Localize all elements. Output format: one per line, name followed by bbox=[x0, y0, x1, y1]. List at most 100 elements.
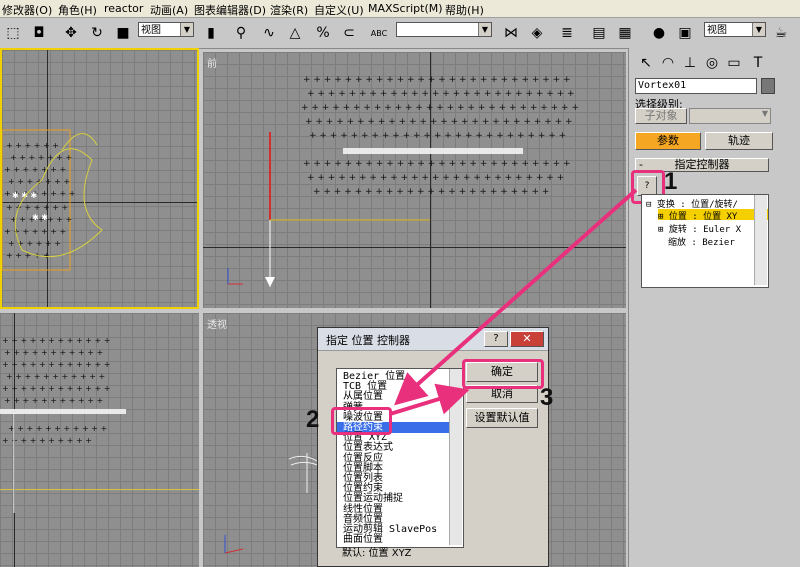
create-tab-icon[interactable]: ↖ bbox=[635, 52, 657, 74]
material-editor-icon[interactable]: ● bbox=[648, 22, 670, 44]
tab-parameters[interactable]: 参数 bbox=[635, 132, 701, 150]
svg-text:+ + + + + + + + + +: + + + + + + + + + + bbox=[2, 436, 92, 445]
tree-item-rotation[interactable]: ⊞ 旋转 : Euler X bbox=[658, 222, 741, 235]
display-tab-icon[interactable]: ▭ bbox=[723, 52, 745, 74]
spinner-snap-icon[interactable]: ⊂ bbox=[338, 22, 360, 44]
quick-render-icon[interactable]: ☕ bbox=[770, 22, 792, 44]
callout-3: 3 bbox=[540, 384, 554, 411]
object-color-swatch[interactable] bbox=[761, 78, 775, 94]
menu-modifiers[interactable]: 修改器(O) bbox=[2, 2, 52, 18]
menu-reactor[interactable]: reactor bbox=[104, 2, 143, 15]
schematic-view-icon[interactable]: ▦ bbox=[614, 22, 636, 44]
chevron-down-icon: ▼ bbox=[761, 109, 768, 118]
rotate-icon[interactable]: ↻ bbox=[86, 22, 108, 44]
highlight-box-3 bbox=[462, 359, 544, 389]
tree-label-scale: 缩放 : Bezier bbox=[668, 238, 735, 248]
percent-snap-icon[interactable]: % bbox=[312, 22, 334, 44]
modify-tab-icon[interactable]: ◠ bbox=[657, 52, 679, 74]
svg-text:+ + + + + + + + + + + +: + + + + + + + + + + + + bbox=[2, 384, 110, 393]
hierarchy-tab-icon[interactable]: ⊥ bbox=[679, 52, 701, 74]
sub-object-combo[interactable]: ▼ bbox=[689, 108, 771, 124]
reference-coord-combo[interactable]: 视图 ▼ bbox=[138, 22, 194, 37]
select-link-icon[interactable]: ⚲ bbox=[230, 22, 252, 44]
menu-character[interactable]: 角色(H) bbox=[58, 2, 97, 18]
tree-item-position[interactable]: ⊞ 位置 : 位置 XY bbox=[658, 209, 768, 222]
default-label: 默认: 位置 XYZ bbox=[342, 548, 412, 559]
angle-snap-icon[interactable]: △ bbox=[284, 22, 306, 44]
chevron-down-icon: ▼ bbox=[752, 23, 765, 36]
particle-cloud-top: + + + + + + + + + + + + + + + + + + + + + … bbox=[2, 129, 103, 271]
pivot-icon[interactable]: ▮ bbox=[200, 22, 222, 44]
svg-text:+ + + + + + + + + + + + + + +: + + + + + + + + + + + + + + + + + + + + … bbox=[307, 173, 564, 183]
help-button[interactable]: ? bbox=[484, 331, 508, 347]
spell-check-icon[interactable]: ABC bbox=[368, 22, 390, 44]
svg-text:+ + + + + + +: + + + + + + + bbox=[10, 153, 72, 162]
dialog-title: 指定 位置 控制器 bbox=[326, 334, 410, 347]
particle-cloud-left: + + + + + + + + + + + + + + + + + + + + +… bbox=[0, 336, 126, 513]
viewport-left[interactable]: + + + + + + + + + + + + + + + + + + + + +… bbox=[0, 313, 199, 567]
svg-text:✱ ✱: ✱ ✱ bbox=[32, 213, 48, 222]
close-button[interactable]: ✕ bbox=[510, 331, 544, 347]
utilities-tab-icon[interactable]: T bbox=[747, 52, 769, 74]
viewport-top[interactable]: + + + + + + + + + + + + + + + + + + + + + … bbox=[0, 48, 199, 309]
move-icon[interactable]: ✥ bbox=[60, 22, 82, 44]
menu-maxscript[interactable]: MAXScript(M) bbox=[368, 2, 443, 15]
svg-text:+ + + + + + + + + + + + + + +: + + + + + + + + + + + + + + + + + + + + … bbox=[313, 187, 549, 197]
mirror-icon[interactable]: ⋈ bbox=[500, 22, 522, 44]
svg-text:+ + + + + + + + + + + + + + +: + + + + + + + + + + + + + + + + + + + + … bbox=[309, 131, 566, 141]
svg-text:✱ ✱ ✱: ✱ ✱ ✱ bbox=[12, 191, 37, 200]
svg-text:+ + + + + + + + + + +: + + + + + + + + + + + bbox=[8, 424, 107, 433]
svg-text:+ + + + + + + + + + + + + + +: + + + + + + + + + + + + + + + + + + + + … bbox=[303, 75, 571, 85]
menu-customize[interactable]: 自定义(U) bbox=[314, 2, 364, 18]
render-setup-icon[interactable]: ▣ bbox=[674, 22, 696, 44]
select-region-icon[interactable]: ⬚ bbox=[2, 22, 24, 44]
svg-text:+ + + + + + + + + + + + + + +: + + + + + + + + + + + + + + + + + + + + … bbox=[305, 117, 573, 127]
svg-text:+ + + + + + + + + + +: + + + + + + + + + + + bbox=[4, 396, 103, 405]
curve-editor-icon[interactable]: ▤ bbox=[588, 22, 610, 44]
svg-text:+ + + + + + + + + + + + + + +: + + + + + + + + + + + + + + + + + + + + … bbox=[307, 89, 575, 99]
scale-icon[interactable]: ■ bbox=[112, 22, 134, 44]
rollout-title: 指定控制器 bbox=[674, 158, 730, 171]
tree-label-rotation: 旋转 : Euler X bbox=[668, 225, 742, 235]
align-icon[interactable]: ◈ bbox=[526, 22, 548, 44]
svg-text:+ + + + + + + + + + + + + + +: + + + + + + + + + + + + + + + + + + + + … bbox=[303, 159, 571, 169]
tree-scrollbar[interactable] bbox=[754, 195, 767, 285]
viewport-front[interactable]: 前 + + + + + + + + + + + + + + + + + + + … bbox=[203, 52, 626, 308]
controller-tree[interactable]: ⊟ 变换 : 位置/旋转/ ⊞ 位置 : 位置 XY ⊞ 旋转 : Euler … bbox=[641, 194, 769, 288]
select-window-icon[interactable]: ◘ bbox=[28, 22, 50, 44]
snap-3d-icon[interactable]: ∿ bbox=[258, 22, 280, 44]
menu-graph-editors[interactable]: 图表编辑器(D) bbox=[194, 2, 266, 18]
object-name-field[interactable]: Vortex01 bbox=[635, 78, 757, 94]
tree-item-scale[interactable]: 缩放 : Bezier bbox=[668, 235, 735, 248]
svg-text:+ + + + + +: + + + + + + bbox=[6, 141, 59, 150]
abc-label: ABC bbox=[370, 28, 388, 38]
tab-trajectories[interactable]: 轨迹 bbox=[705, 132, 773, 150]
named-selection-combo[interactable]: ▼ bbox=[396, 22, 492, 37]
particle-cloud-front: + + + + + + + + + + + + + + + + + + + + … bbox=[227, 75, 579, 287]
svg-text:+ + + + + + + + + + + + + + +: + + + + + + + + + + + + + + + + + + + + … bbox=[301, 103, 579, 113]
chevron-down-icon: ▼ bbox=[478, 23, 491, 36]
controller-list[interactable]: Bezier 位置 TCB 位置 从属位置 弹簧 噪波位置 路径约束 位置 XYZ 位置表达式… bbox=[336, 368, 464, 548]
svg-text:+ + + + + + + + + + + +: + + + + + + + + + + + + bbox=[2, 336, 110, 345]
list-scrollbar[interactable] bbox=[449, 369, 462, 545]
svg-text:+ + + + + + +: + + + + + + + bbox=[6, 203, 68, 212]
callout-2: 2 bbox=[306, 406, 320, 433]
menu-help[interactable]: 帮助(H) bbox=[445, 2, 484, 18]
chevron-down-icon: ▼ bbox=[180, 23, 193, 36]
menu-rendering[interactable]: 渲染(R) bbox=[270, 2, 308, 18]
svg-text:+ + + + + + +: + + + + + + + bbox=[4, 165, 66, 174]
sub-object-button[interactable]: 子对象 bbox=[635, 108, 687, 124]
dialog-title-bar: 指定 位置 控制器 ? ✕ bbox=[318, 328, 548, 351]
svg-text:+ + + + + + +: + + + + + + + bbox=[8, 177, 70, 186]
set-default-button[interactable]: 设置默认值 bbox=[466, 408, 538, 428]
svg-text:+ + + + + +: + + + + + + bbox=[8, 239, 61, 248]
render-view-value: 视图 bbox=[707, 25, 727, 36]
menu-animation[interactable]: 动画(A) bbox=[150, 2, 188, 18]
motion-tab-icon[interactable]: ◎ bbox=[701, 52, 723, 74]
layer-manager-icon[interactable]: ≣ bbox=[556, 22, 578, 44]
menu-bar: 修改器(O) 角色(H) reactor 动画(A) 图表编辑器(D) 渲染(R… bbox=[0, 0, 800, 18]
render-view-combo[interactable]: 视图 ▼ bbox=[704, 22, 766, 37]
svg-text:+ + + + + + + + + + +: + + + + + + + + + + + bbox=[4, 348, 103, 357]
main-toolbar: ⬚ ◘ ✥ ↻ ■ 视图 ▼ ▮ ⚲ ∿ △ % ⊂ ABC ▼ ⋈ ◈ ≣ ▤ … bbox=[0, 18, 787, 49]
highlight-box-2 bbox=[331, 407, 392, 435]
